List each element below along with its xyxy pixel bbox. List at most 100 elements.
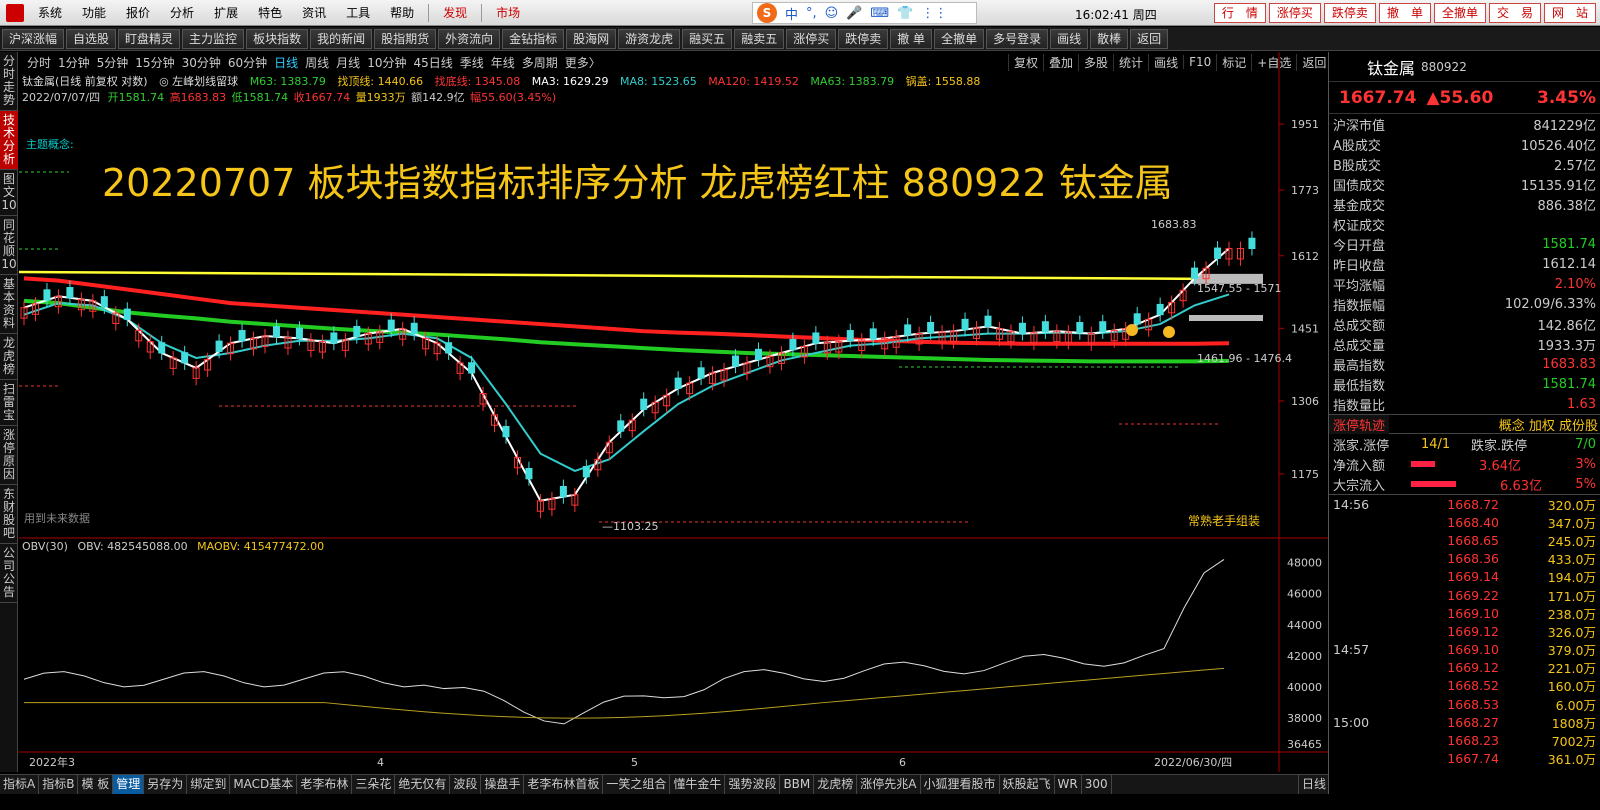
toolbar-button-19[interactable]: 散棒: [1090, 28, 1129, 49]
bottom-tab-8[interactable]: 三朵花: [352, 775, 396, 794]
toolbar-button-3[interactable]: 主力监控: [182, 28, 245, 49]
menu-item-8[interactable]: 帮助: [380, 4, 424, 21]
bottom-tab-1[interactable]: 指标B: [39, 775, 79, 794]
bottom-tab-2[interactable]: 模 板: [78, 775, 114, 794]
menu-item-3[interactable]: 分析: [160, 4, 204, 21]
toolbar-button-13[interactable]: 涨停买: [786, 28, 837, 49]
menu-discover[interactable]: 发现: [433, 4, 477, 21]
stat-label: 基金成交: [1333, 198, 1386, 214]
zhaoding-value: 找顶线: 1440.66: [337, 75, 424, 88]
trade-button-5[interactable]: 交 易: [1488, 3, 1541, 23]
bottom-tab-7[interactable]: 老李布林: [297, 775, 353, 794]
bottom-tab-11[interactable]: 操盘手: [481, 775, 525, 794]
ma63-value: MA63: 1383.79: [810, 75, 895, 88]
candle-body: [215, 340, 223, 352]
trade-button-1[interactable]: 涨停买: [1268, 3, 1321, 23]
bottom-tab-14[interactable]: 懂牛金牛: [670, 775, 726, 794]
left-tab-4[interactable]: 基本资料: [0, 275, 18, 334]
toolbar-button-9[interactable]: 股海网: [566, 28, 617, 49]
toolbar-button-11[interactable]: 融买五: [682, 28, 733, 49]
bottom-tab-0[interactable]: 指标A: [0, 775, 40, 794]
bottom-tab-19[interactable]: 小狐狸看股市: [921, 775, 1000, 794]
ime-keyboard-icon[interactable]: ⌨: [870, 6, 889, 21]
toolbar-button-10[interactable]: 游资龙虎: [618, 28, 681, 49]
bottom-tab-21[interactable]: WR: [1055, 775, 1082, 794]
left-tab-8[interactable]: 东财股吧: [0, 485, 18, 544]
candle-body: [927, 322, 935, 334]
ime-chinese-mode[interactable]: 中: [785, 4, 798, 23]
trade-button-6[interactable]: 网 站: [1543, 3, 1596, 23]
toolbar-button-18[interactable]: 画线: [1050, 28, 1089, 49]
bottom-tab-20[interactable]: 妖股起飞: [1000, 775, 1055, 794]
bottom-tab-22[interactable]: 300: [1082, 775, 1112, 794]
bottom-tab-4[interactable]: 另存为: [144, 775, 188, 794]
toolbar-button-4[interactable]: 板块指数: [246, 28, 309, 49]
left-tab-0[interactable]: 分时走势: [0, 52, 18, 111]
bottom-tab-15[interactable]: 强势波段: [725, 775, 781, 794]
candle-body: [904, 324, 912, 336]
trade-button-4[interactable]: 全撤单: [1433, 3, 1486, 23]
left-tab-9[interactable]: 公司公告: [0, 544, 18, 603]
toolbar-button-1[interactable]: 自选股: [66, 28, 117, 49]
menu-item-5[interactable]: 特色: [248, 4, 292, 21]
bottom-tabs: 指标A 指标B 模 板管理 另存为 绑定到 MACD基本 老李布林 三朵花 绝无仅有 波段 操盘手老…: [0, 774, 1330, 794]
ime-voice-icon[interactable]: 🎤: [846, 6, 862, 21]
menu-item-7[interactable]: 工具: [336, 4, 380, 21]
left-tabs: 分时走势 技术分析 图文10 同花顺10 基本资料 龙虎榜 扫雷宝 涨停原因 东财股吧 公司公告: [0, 52, 18, 772]
toolbar-button-14[interactable]: 跌停卖: [838, 28, 889, 49]
toolbar-button-7[interactable]: 外资流向: [438, 28, 501, 49]
bottom-tab-9[interactable]: 绝无仅有: [395, 775, 451, 794]
toolbar-button-8[interactable]: 金钻指标: [502, 28, 565, 49]
left-tab-1[interactable]: 技术分析: [0, 111, 18, 170]
toolbar-button-6[interactable]: 股指期货: [374, 28, 437, 49]
bottom-tab-18[interactable]: 涨停先兆A: [857, 775, 921, 794]
x-axis-label: 5: [631, 756, 638, 769]
bottom-tab-6[interactable]: MACD基本: [230, 775, 298, 794]
toolbar-button-2[interactable]: 盯盘精灵: [118, 28, 181, 49]
limit-links[interactable]: 概念 加权 成份股: [1499, 415, 1600, 434]
ime-skin-icon[interactable]: 👕: [897, 6, 913, 21]
left-tab-7[interactable]: 涨停原因: [0, 426, 18, 485]
bottom-tab-10[interactable]: 波段: [450, 775, 482, 794]
bottom-tab-3[interactable]: 管理: [113, 775, 145, 794]
tick-volume: 1808万: [1551, 715, 1596, 731]
toolbar-button-17[interactable]: 多号登录: [986, 28, 1049, 49]
trade-button-2[interactable]: 跌停卖: [1323, 3, 1376, 23]
bottom-tab-5[interactable]: 绑定到: [187, 775, 231, 794]
ime-toolbox-icon[interactable]: ⋮⋮: [921, 6, 947, 21]
bottom-tab-16[interactable]: BBM: [780, 775, 815, 794]
toolbar-button-0[interactable]: 沪深涨幅: [2, 28, 65, 49]
trade-button-0[interactable]: 行 情: [1213, 3, 1266, 23]
bottom-tab-13[interactable]: 一笑之组合: [603, 775, 671, 794]
ime-emoji-icon[interactable]: ☺: [825, 6, 839, 21]
menu-market[interactable]: 市场: [486, 4, 530, 21]
trade-button-3[interactable]: 撤 单: [1378, 3, 1431, 23]
toolbar-button-20[interactable]: 返回: [1130, 28, 1169, 49]
menu-item-2[interactable]: 报价: [116, 4, 160, 21]
tick-row: 1668.40 347.0万: [1329, 513, 1600, 531]
toolbar-button-5[interactable]: 我的新闻: [310, 28, 373, 49]
bar-close: 收1667.74: [293, 91, 351, 104]
left-tab-2[interactable]: 图文10: [0, 170, 18, 216]
toolbar-button-12[interactable]: 融卖五: [734, 28, 785, 49]
toolbar-button-15[interactable]: 撤 单: [890, 28, 933, 49]
menu-item-0[interactable]: 系统: [28, 4, 72, 21]
ime-punctuation-icon[interactable]: °,: [806, 6, 817, 21]
left-tab-6[interactable]: 扫雷宝: [0, 380, 18, 426]
menu-item-6[interactable]: 资讯: [292, 4, 336, 21]
left-tab-5[interactable]: 龙虎榜: [0, 334, 18, 380]
bottom-tab-12[interactable]: 老李布林首板: [524, 775, 604, 794]
stat-row: A股成交 10526.40亿: [1329, 134, 1600, 154]
menu-item-1[interactable]: 功能: [72, 4, 116, 21]
toolbar-button-16[interactable]: 全撤单: [934, 28, 985, 49]
tick-volume: 379.0万: [1547, 643, 1596, 659]
bottom-period-label[interactable]: 日线: [1297, 775, 1330, 794]
bottom-tab-17[interactable]: 龙虎榜: [814, 775, 858, 794]
obv-axis-label: 36465: [1287, 738, 1322, 751]
left-tab-3[interactable]: 同花顺10: [0, 216, 18, 275]
indicator-name[interactable]: ◎ 左峰划线留球: [159, 75, 238, 88]
limit-track-label[interactable]: 涨停轨迹: [1329, 414, 1390, 434]
candle-body: [43, 289, 51, 301]
menu-item-4[interactable]: 扩展: [204, 4, 248, 21]
ime-toolbar[interactable]: S 中 °, ☺ 🎤 ⌨ 👕 ⋮⋮: [752, 2, 977, 24]
